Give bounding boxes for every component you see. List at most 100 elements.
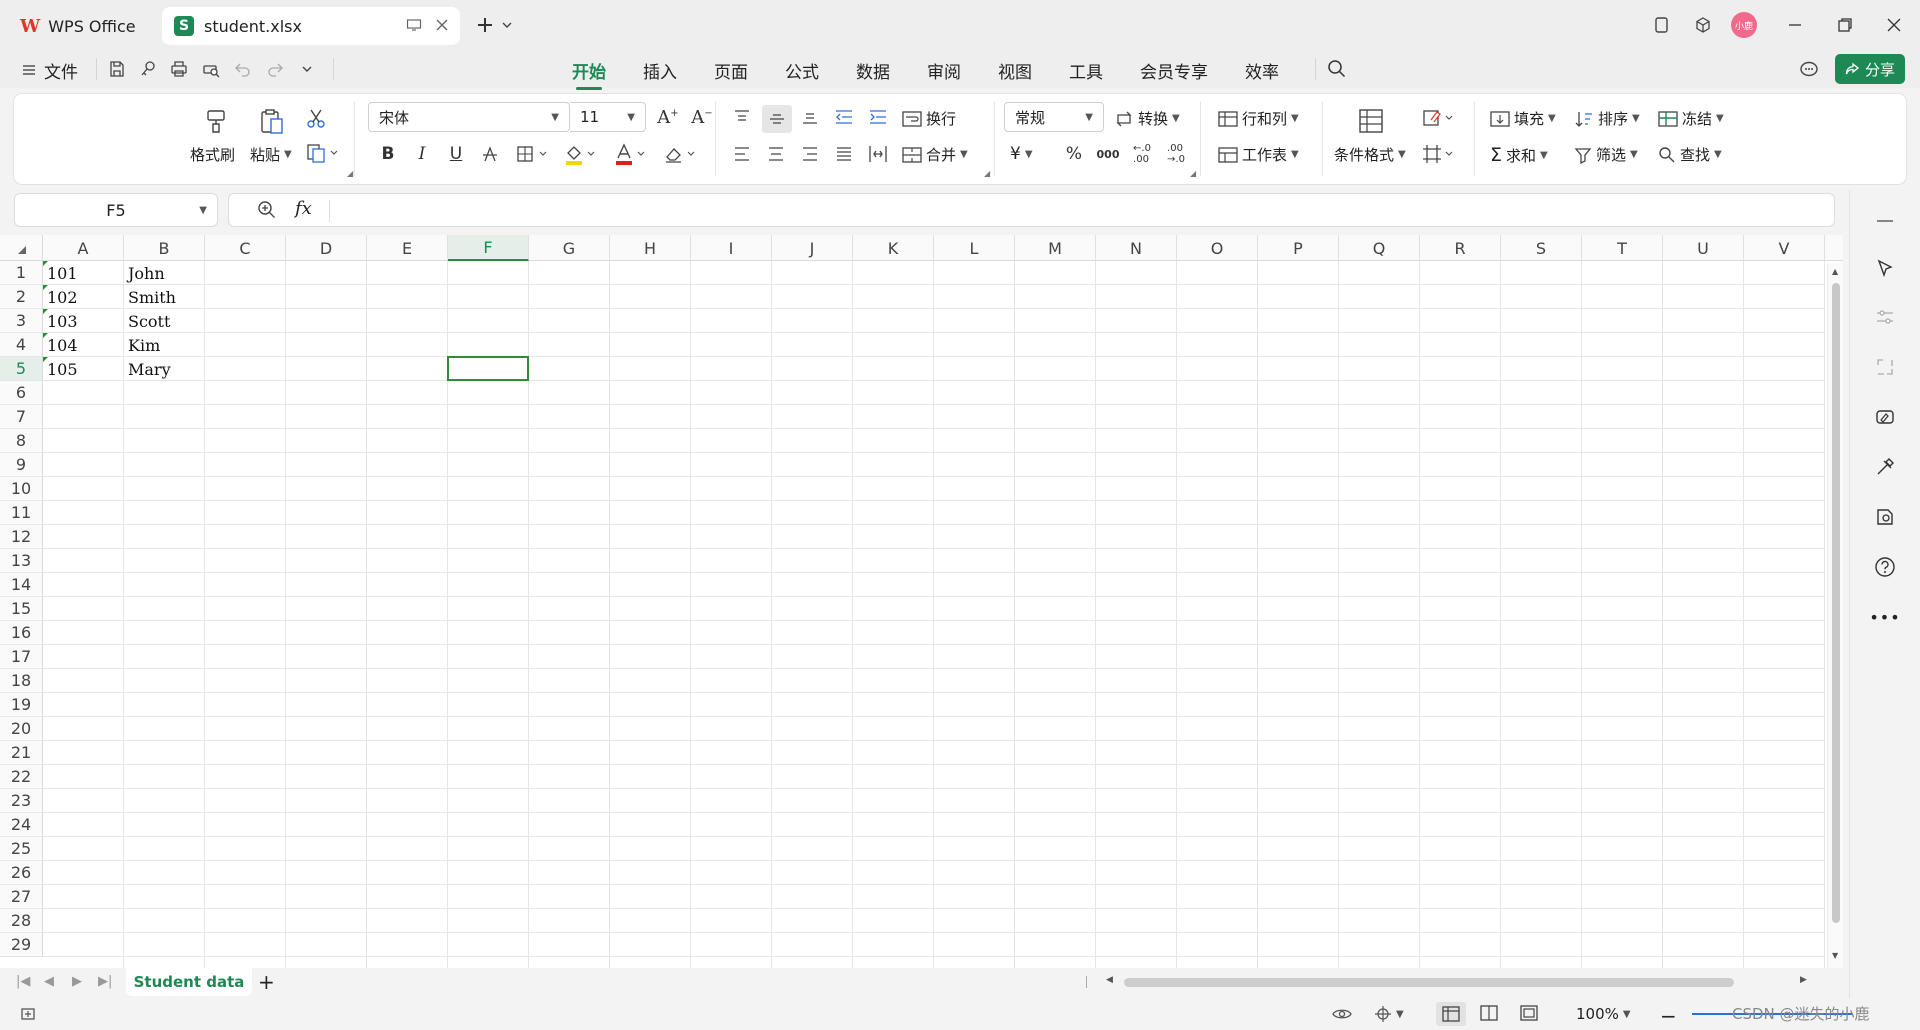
worksheet-button[interactable]: 工作表 ▼ bbox=[1218, 144, 1299, 165]
align-right-icon[interactable] bbox=[798, 142, 822, 166]
horizontal-scrollbar[interactable] bbox=[1124, 978, 1734, 987]
row-header-16[interactable]: 16 bbox=[0, 621, 43, 645]
cube-icon[interactable] bbox=[1688, 10, 1718, 40]
tab-wps-office[interactable]: W WPS Office bbox=[8, 7, 154, 45]
wrap-text-button[interactable]: 换行 bbox=[902, 108, 956, 129]
column-header-q[interactable]: Q bbox=[1339, 235, 1420, 261]
find-button[interactable]: 查找 ▼ bbox=[1658, 144, 1722, 165]
underline-button[interactable]: U bbox=[444, 142, 468, 166]
print-icon[interactable] bbox=[164, 54, 194, 84]
justify-icon[interactable] bbox=[832, 142, 856, 166]
increase-decimal-icon[interactable]: ←.0.00 bbox=[1130, 142, 1154, 166]
page-break-icon[interactable] bbox=[1520, 1005, 1538, 1021]
align-center-icon[interactable] bbox=[764, 142, 788, 166]
macro-icon[interactable] bbox=[20, 1005, 38, 1023]
avatar[interactable]: 小鹿 bbox=[1729, 10, 1759, 40]
decrease-decimal-icon[interactable]: .00 →.0 bbox=[1164, 142, 1188, 166]
bold-button[interactable]: B bbox=[376, 142, 400, 166]
increase-font-icon[interactable]: A+ bbox=[656, 105, 680, 129]
clear-format-icon[interactable] bbox=[662, 142, 702, 166]
merge-button[interactable]: 合并 ▼ bbox=[902, 144, 968, 165]
cell-a4[interactable]: 104 bbox=[43, 333, 124, 357]
number-format-select[interactable]: 常规 ▼ bbox=[1004, 102, 1104, 132]
close-window-button[interactable] bbox=[1879, 10, 1909, 40]
decrease-font-icon[interactable]: A− bbox=[690, 105, 714, 129]
italic-button[interactable]: I bbox=[410, 142, 434, 166]
save-icon[interactable] bbox=[102, 54, 132, 84]
zoom-formula-icon[interactable] bbox=[257, 200, 277, 220]
column-header-m[interactable]: M bbox=[1015, 235, 1096, 261]
row-header-9[interactable]: 9 bbox=[0, 453, 43, 477]
sum-button[interactable]: Σ 求和 ▼ bbox=[1490, 144, 1548, 166]
convert-button[interactable]: 转换 ▼ bbox=[1114, 108, 1180, 129]
column-header-j[interactable]: J bbox=[772, 235, 853, 261]
restore-button[interactable] bbox=[1830, 10, 1860, 40]
spreadsheet-grid[interactable]: ABCDEFGHIJKLMNOPQRSTUV 1 2 3 4 5 6 7 8 9 10 11 12 13… bbox=[0, 235, 1843, 968]
first-sheet-icon[interactable]: |◀ bbox=[16, 974, 30, 989]
prev-sheet-icon[interactable]: ◀ bbox=[44, 974, 54, 989]
scroll-left-icon[interactable]: ◀ bbox=[1106, 975, 1113, 985]
row-header-3[interactable]: 3 bbox=[0, 309, 43, 333]
window-icon[interactable] bbox=[1647, 10, 1677, 40]
border-icon[interactable] bbox=[514, 142, 554, 166]
currency-button[interactable]: ¥ ▼ bbox=[1010, 144, 1033, 164]
select-pointer-icon[interactable] bbox=[1870, 253, 1900, 283]
cell-b4[interactable]: Kim bbox=[124, 333, 205, 357]
next-sheet-icon[interactable]: ▶ bbox=[72, 974, 82, 989]
freeze-button[interactable]: 冻结 ▼ bbox=[1658, 108, 1724, 129]
sort-button[interactable]: 排序 ▼ bbox=[1574, 108, 1640, 129]
sheet-tab-student-data[interactable]: Student data bbox=[126, 968, 252, 996]
conditional-format-button[interactable]: 条件格式 ▼ bbox=[1334, 144, 1406, 165]
row-header-20[interactable]: 20 bbox=[0, 717, 43, 741]
zoom-level-select[interactable]: 100% ▼ bbox=[1576, 1005, 1631, 1023]
tab-tools[interactable]: 工具 bbox=[1069, 56, 1103, 84]
column-header-p[interactable]: P bbox=[1258, 235, 1339, 261]
active-cell-cursor[interactable] bbox=[447, 356, 529, 381]
tab-member[interactable]: 会员专享 bbox=[1140, 56, 1208, 84]
row-header-5[interactable]: 5 bbox=[0, 357, 43, 381]
search-icon[interactable] bbox=[1322, 54, 1352, 84]
tab-home[interactable]: 开始 bbox=[572, 56, 606, 90]
cell-b3[interactable]: Scott bbox=[124, 309, 205, 333]
redo-icon[interactable] bbox=[260, 54, 290, 84]
column-header-h[interactable]: H bbox=[610, 235, 691, 261]
scrollbar-thumb[interactable] bbox=[1832, 283, 1840, 923]
help-icon[interactable] bbox=[1870, 552, 1900, 582]
monitor-icon[interactable] bbox=[406, 17, 422, 33]
cell-a5[interactable]: 105 bbox=[43, 357, 124, 381]
tab-insert[interactable]: 插入 bbox=[643, 56, 677, 84]
indent-increase-icon[interactable] bbox=[866, 105, 890, 129]
column-header-l[interactable]: L bbox=[934, 235, 1015, 261]
column-header-i[interactable]: I bbox=[691, 235, 772, 261]
format-painter-button[interactable]: 格式刷 bbox=[190, 144, 235, 165]
column-header-t[interactable]: T bbox=[1582, 235, 1663, 261]
select-all-corner[interactable] bbox=[0, 235, 43, 261]
tab-view[interactable]: 视图 bbox=[998, 56, 1032, 84]
row-header-10[interactable]: 10 bbox=[0, 477, 43, 501]
column-header-o[interactable]: O bbox=[1177, 235, 1258, 261]
undo-icon[interactable] bbox=[228, 54, 258, 84]
column-header-e[interactable]: E bbox=[367, 235, 448, 261]
file-menu[interactable]: 文件 bbox=[22, 56, 78, 84]
align-bottom-icon[interactable] bbox=[798, 105, 822, 129]
tab-data[interactable]: 数据 bbox=[856, 56, 890, 84]
scroll-right-icon[interactable]: ▶ bbox=[1800, 975, 1807, 985]
row-header-27[interactable]: 27 bbox=[0, 885, 43, 909]
column-header-g[interactable]: G bbox=[529, 235, 610, 261]
normal-view-icon[interactable] bbox=[1436, 1002, 1466, 1026]
tab-student-xlsx[interactable]: S student.xlsx bbox=[162, 7, 460, 45]
expand-icon[interactable]: ◢ bbox=[984, 169, 990, 178]
cut-icon[interactable] bbox=[304, 106, 328, 130]
row-header-2[interactable]: 2 bbox=[0, 285, 43, 309]
row-header-8[interactable]: 8 bbox=[0, 429, 43, 453]
percent-button[interactable]: % bbox=[1062, 142, 1086, 166]
cell-b5[interactable]: Mary bbox=[124, 357, 205, 381]
row-header-28[interactable]: 28 bbox=[0, 909, 43, 933]
key-icon[interactable] bbox=[133, 54, 163, 84]
column-header-f[interactable]: F bbox=[448, 235, 529, 261]
share-button[interactable]: 分享 bbox=[1835, 54, 1905, 84]
row-header-23[interactable]: 23 bbox=[0, 789, 43, 813]
paste-button[interactable]: 粘贴 ▼ bbox=[250, 144, 292, 165]
new-tab-button[interactable] bbox=[470, 10, 500, 40]
row-header-19[interactable]: 19 bbox=[0, 693, 43, 717]
